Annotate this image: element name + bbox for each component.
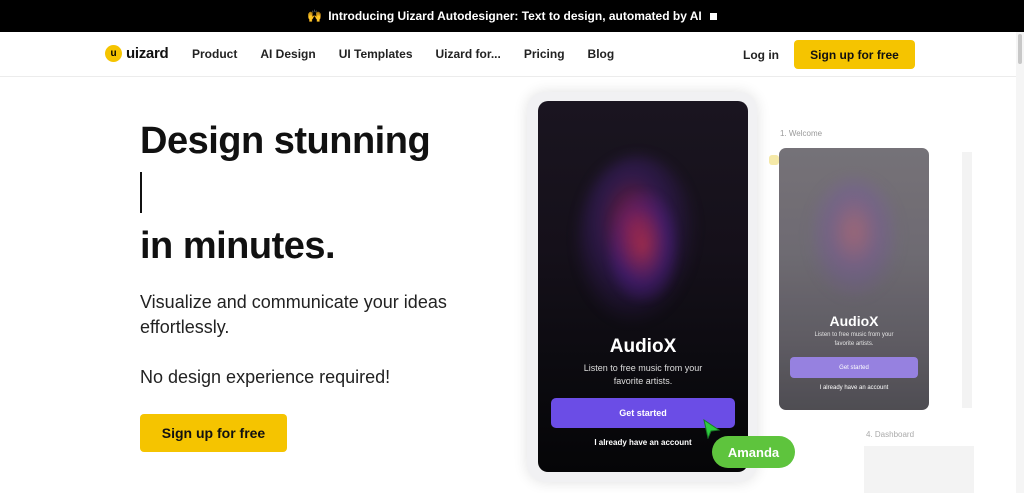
logo-text: uizard (126, 45, 169, 62)
hero-note: No design experience required! (140, 367, 391, 387)
music-artwork-highlight (608, 191, 678, 301)
signup-button-hero[interactable]: Sign up for free (140, 414, 287, 452)
background-card (962, 152, 972, 408)
logo-mark-icon: u (105, 45, 122, 62)
phone-screen: AudioX Listen to free music from your fa… (538, 101, 748, 472)
announcement-text[interactable]: Introducing Uizard Autodesigner: Text to… (328, 9, 702, 23)
cursor-pointer-icon (703, 419, 721, 439)
square-icon (709, 12, 717, 20)
background-card-bottom (864, 446, 974, 493)
nav-links: Product AI Design UI Templates Uizard fo… (192, 47, 614, 61)
logo[interactable]: u uizard (105, 45, 169, 62)
app-tagline: Listen to free music from your favorite … (583, 363, 703, 386)
hero-subtitle: Visualize and communicate your ideas eff… (140, 292, 447, 337)
hero-title-line1: Design stunning (140, 120, 431, 162)
hero-title-line2: in minutes. (140, 225, 336, 267)
nav-link-pricing[interactable]: Pricing (524, 47, 565, 61)
app-title: AudioX (609, 336, 677, 357)
side-get-started-button: Get started (790, 357, 918, 378)
nav-link-ai-design[interactable]: AI Design (260, 47, 315, 61)
nav-link-blog[interactable]: Blog (588, 47, 615, 61)
text-cursor (140, 172, 142, 213)
announcement-bar[interactable]: 🙌 Introducing Uizard Autodesigner: Text … (0, 0, 1024, 32)
side-artwork (809, 178, 899, 298)
side-app-title: AudioX (829, 313, 879, 329)
side-screen-preview: AudioX Listen to free music from your fa… (779, 148, 929, 410)
screen-label-welcome: 1. Welcome (780, 129, 823, 138)
raised-hands-icon: 🙌 (307, 9, 323, 23)
badge-icon (769, 155, 779, 165)
login-link[interactable]: Log in (743, 48, 779, 62)
navbar: u uizard Product AI Design UI Templates … (0, 32, 1024, 77)
screen-label-dashboard: 4. Dashboard (866, 430, 915, 439)
side-app-tagline: Listen to free music from your favorite … (814, 332, 894, 347)
nav-link-ui-templates[interactable]: UI Templates (339, 47, 413, 61)
collaborator-tag: Amanda (712, 436, 795, 468)
scrollbar-thumb[interactable] (1018, 34, 1022, 64)
side-account-link: I already have an account (819, 385, 889, 391)
nav-link-product[interactable]: Product (192, 47, 237, 61)
nav-link-uizard-for[interactable]: Uizard for... (436, 47, 501, 61)
signup-button-header[interactable]: Sign up for free (794, 40, 915, 69)
scrollbar[interactable] (1016, 32, 1024, 493)
